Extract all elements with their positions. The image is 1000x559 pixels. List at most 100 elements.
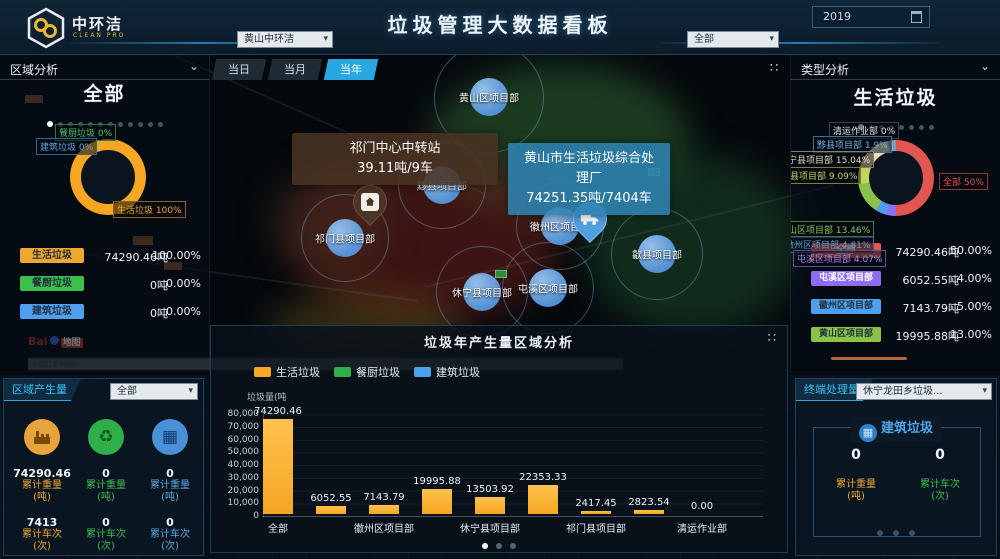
tab-year[interactable]: 当年 <box>324 59 378 80</box>
tab-month[interactable]: 当月 <box>268 59 322 80</box>
donut-label: 歙县项目部 9.09% <box>790 167 861 184</box>
bar-value: 0.00 <box>691 501 713 512</box>
pagination-dot[interactable] <box>158 122 163 127</box>
marker-label: 黄山区项目部 <box>459 90 519 105</box>
bar-group[interactable]: 2417.45 <box>569 498 623 514</box>
legend-swatch <box>334 367 351 377</box>
pagination-dot[interactable] <box>118 122 123 127</box>
bar-group[interactable]: 74290.46 <box>251 406 305 514</box>
map-expand-icon[interactable]: ∷ <box>770 61 779 76</box>
stat-value: 0 <box>824 447 888 463</box>
chevron-down-icon[interactable]: ⌄ <box>189 59 199 73</box>
pagination-dot[interactable] <box>919 125 924 130</box>
bar-group[interactable]: 0.00 <box>675 501 729 514</box>
stat-unit: (次) <box>908 491 972 503</box>
row-percent: 13.00% <box>950 328 992 341</box>
bar <box>316 506 346 514</box>
pagination-dot[interactable] <box>893 530 899 536</box>
bar-group[interactable]: 2823.54 <box>622 497 676 514</box>
stat-label: 累计重量 <box>138 480 202 492</box>
year-value: 2019 <box>823 10 851 23</box>
chart-title: 垃圾年产生量区域分析 <box>211 332 787 351</box>
treatment-plant-tooltip: 黄山市生活垃圾综合处理厂 74251.35吨/7404车 <box>508 143 670 215</box>
row-percent: 0.00% <box>166 277 201 290</box>
dropdown-value: 全部 <box>117 386 137 397</box>
table-row: 生活垃圾 74290.46吨 100.00% <box>0 248 209 266</box>
stat-value: 0 <box>74 516 138 529</box>
bar-value: 19995.88 <box>413 476 461 487</box>
pagination-dot[interactable] <box>128 122 133 127</box>
chart-legend: 生活垃圾 餐厨垃圾 建筑垃圾 <box>254 364 480 380</box>
legend-item: 建筑垃圾 <box>414 364 480 380</box>
stat-value: 0 <box>138 467 202 480</box>
bar-value: 2823.54 <box>628 497 669 508</box>
pagination-dot[interactable] <box>510 543 516 549</box>
bar <box>369 505 399 514</box>
bar <box>581 511 611 514</box>
bar-value: 13503.92 <box>466 484 514 495</box>
tooltip-title: 黄山市生活垃圾综合处理厂 <box>522 149 656 189</box>
scope-dropdown[interactable]: 全部 ▾ <box>687 31 779 48</box>
row-value: 0吨 <box>88 305 168 321</box>
stat-value: 0 <box>138 516 202 529</box>
pagination-dot[interactable] <box>877 530 883 536</box>
scroll-indicator[interactable] <box>831 357 907 360</box>
donut-label: 全部 50% <box>939 173 988 190</box>
terminal-processing-panel: 终端处理量 休宁龙田乡垃圾... ▾ ▦建筑垃圾 0 累计重量 (吨) 0 累计… <box>795 378 997 556</box>
terminal-pagination <box>796 521 996 540</box>
bar-value: 22353.33 <box>519 472 567 483</box>
category-badge: 餐厨垃圾 <box>20 276 84 291</box>
scope-dropdown-value: 全部 <box>694 34 714 45</box>
pagination-dot[interactable] <box>496 543 502 549</box>
chart-expand-icon[interactable]: ∷ <box>768 331 777 346</box>
row-percent: 0.00% <box>166 305 201 318</box>
x-label: 徽州区项目部 <box>354 520 414 535</box>
type-donut-hole <box>869 151 923 205</box>
terminal-dropdown[interactable]: 休宁龙田乡垃圾... ▾ <box>856 383 992 400</box>
stat-column-kitchen: ♻ 0 累计重量 (吨) 0 累计车次 (次) <box>74 419 138 553</box>
x-label: 清运作业部 <box>677 520 727 535</box>
pagination-dot[interactable] <box>482 543 488 549</box>
table-row: 屯溪区项目部 6052.55吨 4.00% <box>791 271 1000 289</box>
stat-label: 累计重量 <box>824 479 888 491</box>
tab-day[interactable]: 当日 <box>212 59 266 80</box>
year-picker[interactable]: 2019 <box>812 6 930 28</box>
row-value: 0吨 <box>88 277 168 293</box>
row-value: 19995.88吨 <box>879 328 959 344</box>
bar-group[interactable]: 6052.55 <box>304 493 358 514</box>
factory-icon <box>24 419 60 455</box>
pagination-dot[interactable] <box>899 125 904 130</box>
bar-value: 7143.79 <box>363 492 404 503</box>
pagination-dot[interactable] <box>148 122 153 127</box>
tooltip-value: 39.11吨/9车 <box>306 159 484 179</box>
org-dropdown[interactable]: 黄山中环洁 ▾ <box>237 31 333 48</box>
stat-label: 累计重量 <box>74 480 138 492</box>
x-label: 祁门县项目部 <box>566 520 626 535</box>
pagination-dot[interactable] <box>47 121 53 127</box>
row-value: 74290.46吨 <box>879 244 959 260</box>
pagination-dot[interactable] <box>138 122 143 127</box>
region-output-dropdown[interactable]: 全部 ▾ <box>110 383 198 400</box>
panel-title: 类型分析 <box>801 61 849 78</box>
marker-label: 祁门县项目部 <box>315 231 375 246</box>
bar-group[interactable]: 22353.33 <box>516 472 570 514</box>
bar-group[interactable]: 19995.88 <box>410 476 464 514</box>
chevron-down-icon: ▾ <box>188 384 193 399</box>
stat-unit: (次) <box>74 541 138 553</box>
pagination-dot[interactable] <box>909 125 914 130</box>
calendar-icon <box>911 11 922 23</box>
row-percent: 50.00% <box>950 244 992 257</box>
tooltip-value: 74251.35吨/7404车 <box>522 189 656 209</box>
chevron-down-icon[interactable]: ⌄ <box>980 59 990 73</box>
bar-group[interactable]: 7143.79 <box>357 492 411 514</box>
bar-group[interactable]: 13503.92 <box>463 484 517 514</box>
row-value: 7143.79吨 <box>879 300 959 316</box>
stat-unit: (吨) <box>138 492 202 504</box>
org-dropdown-value: 黄山中环洁 <box>244 34 294 45</box>
region-donut-hole <box>81 150 135 204</box>
stat-label: 累计车次 <box>908 479 972 491</box>
stat-value: 74290.46 <box>10 467 74 480</box>
pagination-dot[interactable] <box>909 530 915 536</box>
category-badge: 黄山区项目部 <box>811 327 881 342</box>
pagination-dot[interactable] <box>929 125 934 130</box>
